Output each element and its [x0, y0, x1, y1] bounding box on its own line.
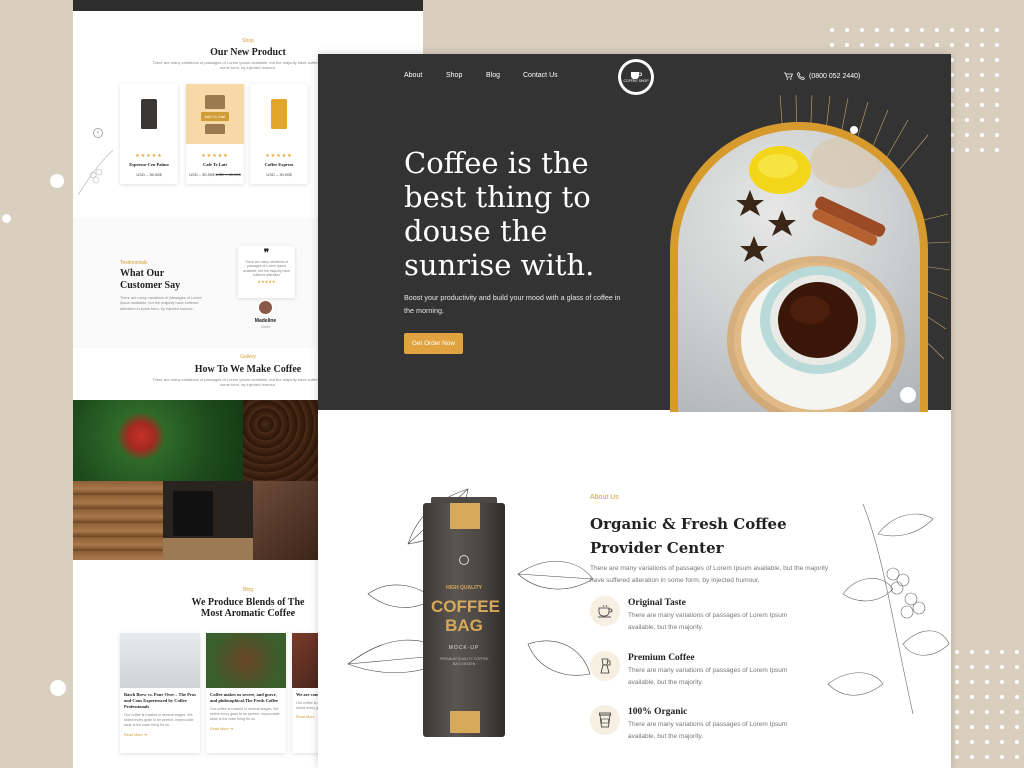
product-name: Espresso-Cen Palmo [129, 162, 169, 167]
coffee-bag-mockup: HIGH QUALITY COFFEE BAG MOCK-UP PREMIUM … [423, 497, 505, 737]
hero-image-frame [670, 122, 928, 412]
gallery-photo-coffee-cherries [73, 400, 243, 481]
customer-name: Madeline [254, 318, 277, 324]
coffee-bag-kraft-icon: Add To Cart [186, 84, 244, 144]
takeaway-cup-icon [590, 705, 620, 735]
coffee-cup-logo-icon: COFFEE SHOP [621, 62, 651, 92]
blog-card[interactable]: Coffee makes us severe, and grave, and p… [206, 633, 286, 753]
avatar [257, 299, 274, 316]
decor-dot [900, 387, 916, 403]
brand-logo[interactable]: COFFEE SHOP [618, 59, 654, 95]
product-name: Cafe Te Latt [203, 162, 227, 167]
coffee-bag-yellow-icon [250, 84, 308, 144]
section-title: Customer Say [120, 280, 181, 291]
product-card[interactable]: Add To Cart ★★★★★ Cafe Te Latt USD – 50.… [186, 84, 244, 184]
section-title: What Our [120, 268, 165, 279]
back-header-bar [73, 0, 423, 11]
feature-item: Original Taste There are many variations… [590, 596, 830, 644]
coffee-branch-illustration [77, 149, 114, 196]
product-price: USD – 50.00$ USD – 45.00$ [189, 172, 241, 177]
feature-title: Original Taste [628, 598, 686, 608]
add-to-cart-button[interactable]: Add To Cart [201, 111, 229, 121]
section-text: There are many variations of passages of… [120, 296, 202, 311]
header-contact[interactable]: (0800 052 2440) [784, 72, 860, 80]
decor-circle [50, 174, 64, 188]
read-more-link[interactable]: Read More ➜ [206, 722, 286, 731]
feature-title: 100% Organic [628, 707, 688, 717]
carousel-prev-button[interactable]: ‹ [93, 128, 103, 138]
coffee-plant-illustration [827, 504, 950, 714]
hero-subtitle: Boost your productivity and build your m… [404, 293, 621, 315]
cart-icon[interactable] [784, 72, 793, 80]
gallery-photo-beans [243, 400, 318, 481]
hero-section: About Shop Blog Contact Us COFFEE SHOP (… [318, 54, 951, 412]
hero-title: Coffee is the best thing to douse the su… [404, 146, 595, 282]
about-description: There are many variations of passages of… [590, 565, 829, 584]
coffee-cup-icon [590, 596, 620, 626]
product-rating: ★★★★★ [201, 153, 229, 159]
feature-title: Premium Coffee [628, 653, 695, 663]
testimonial-quote: There are many variations of passages of… [243, 260, 290, 278]
bag-label-small: PREMIUM QUALITY COFFEE BAG DESIGN [439, 657, 489, 667]
coffee-bag-dark-icon [120, 84, 178, 144]
section-kicker: Shop [242, 38, 254, 44]
feature-item: 100% Organic There are many variations o… [590, 705, 830, 753]
bag-label-top: HIGH QUALITY [446, 585, 482, 591]
blog-card[interactable]: Batch Brew vs. Pour Over – The Pros and … [120, 633, 200, 753]
read-more-link[interactable]: Read More ➜ [120, 728, 200, 737]
product-name: Coffee Express [264, 162, 294, 167]
decor-circle [2, 214, 11, 223]
feature-desc: There are many variations of passages of… [628, 721, 788, 740]
section-kicker: Testimonials [120, 260, 148, 266]
blog-photo [206, 633, 286, 688]
bag-label-sub: MOCK-UP [448, 645, 480, 651]
blog-photo [120, 633, 200, 688]
blog-desc: Our coffee is roasted in several stages.… [124, 713, 194, 727]
phone-number: (0800 052 2440) [809, 72, 861, 80]
feature-desc: There are many variations of passages of… [628, 667, 788, 686]
product-card[interactable]: ★★★★★ Coffee Express USD – 30.00$ [250, 84, 308, 184]
logo-text: COFFEE SHOP [623, 79, 649, 83]
product-card[interactable]: ★★★★★ Espresso-Cen Palmo USD – 35.00$ [120, 84, 178, 184]
gallery-photo-hands [253, 481, 323, 560]
testimonial-card: ❞ There are many variations of passages … [238, 246, 295, 298]
blog-title: Batch Brew vs. Pour Over – The Pros and … [124, 692, 196, 710]
testimonial-rating: ★★★★★ [257, 278, 276, 284]
blog-desc: Our coffee is roasted in several stages.… [210, 707, 280, 721]
about-kicker: About Us [590, 494, 619, 501]
nav-blog[interactable]: Blog [486, 72, 500, 79]
get-order-button[interactable]: Get Order Now [404, 333, 463, 354]
product-rating: ★★★★★ [265, 153, 293, 159]
front-page-preview: About Shop Blog Contact Us COFFEE SHOP (… [318, 54, 951, 768]
product-rating: ★★★★★ [135, 153, 163, 159]
gallery-photo-bag-box [163, 481, 253, 560]
decor-dot [850, 126, 858, 134]
gallery-photo-sacks [73, 481, 163, 560]
nav-shop[interactable]: Shop [446, 72, 462, 79]
product-price: USD – 35.00$ [136, 172, 162, 177]
about-title: Organic & Fresh Coffee Provider Center [590, 515, 787, 557]
nav-contact[interactable]: Contact Us [523, 72, 558, 79]
dot-pattern-bottom-right [955, 650, 1019, 768]
feature-item: Premium Coffee There are many variations… [590, 651, 830, 699]
bag-label-main: COFFEE BAG [431, 597, 500, 635]
nav-about[interactable]: About [404, 72, 422, 79]
product-price: USD – 30.00$ [266, 172, 292, 177]
moka-pot-icon [590, 651, 620, 681]
phone-icon [797, 72, 805, 80]
quote-icon: ❞ [263, 248, 270, 259]
decor-circle [50, 680, 66, 696]
customer-role: Client [260, 325, 271, 329]
feature-desc: There are many variations of passages of… [628, 612, 788, 631]
blog-title: Coffee makes us severe, and grave, and p… [210, 692, 279, 704]
hero-photo-coffee [678, 130, 920, 412]
